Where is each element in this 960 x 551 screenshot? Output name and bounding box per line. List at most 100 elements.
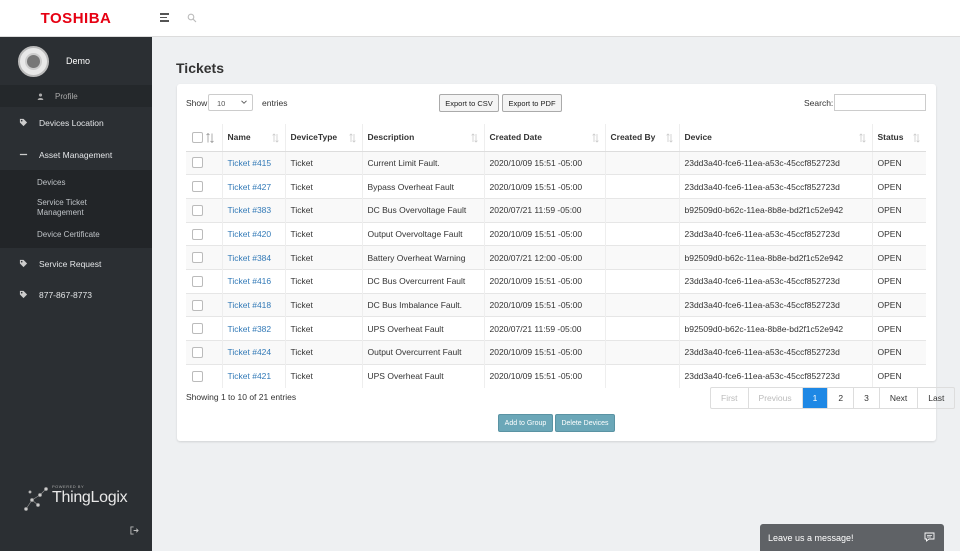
table-row[interactable]: Ticket #382 Ticket UPS Overheat Fault 2020/… bbox=[186, 316, 926, 341]
sort-icon bbox=[665, 133, 673, 143]
table-row[interactable]: Ticket #418 Ticket DC Bus Imbalance Fault.… bbox=[186, 292, 926, 317]
row-checkbox[interactable] bbox=[192, 204, 203, 216]
row-checkbox[interactable] bbox=[192, 299, 203, 311]
ticket-name-link[interactable]: Ticket #416 bbox=[228, 276, 272, 286]
description-cell: Output Overvoltage Fault bbox=[362, 221, 485, 246]
status-cell: OPEN bbox=[877, 252, 902, 263]
sidebar-subitem-service-ticket-management[interactable]: Service Ticket Management bbox=[0, 194, 110, 224]
sidebar-item-label: Service Request bbox=[39, 258, 102, 269]
description-cell: Bypass Overheat Fault bbox=[362, 174, 485, 199]
tickets-panel: Show 10 entries Export to CSV Export to … bbox=[177, 84, 956, 441]
column-header-name[interactable]: Name bbox=[222, 124, 286, 152]
row-checkbox-cell bbox=[186, 174, 223, 199]
chat-widget[interactable]: Leave us a message! bbox=[760, 524, 944, 551]
table-row[interactable]: Ticket #384 Ticket Battery Overheat Warnin… bbox=[186, 245, 926, 270]
status-cell: OPEN bbox=[877, 205, 902, 216]
search-input[interactable] bbox=[834, 94, 926, 111]
row-checkbox-cell bbox=[186, 316, 223, 341]
ticket-name-link[interactable]: Ticket #421 bbox=[228, 371, 272, 381]
sidebar-subitem-devices[interactable]: Devices bbox=[0, 172, 152, 194]
sidebar-item-devices-location[interactable]: Devices Location bbox=[0, 107, 152, 138]
ticket-name-link[interactable]: Ticket #420 bbox=[228, 229, 272, 239]
device-type-cell: Ticket bbox=[285, 340, 363, 365]
sidebar-subitem-device-certificate[interactable]: Device Certificate bbox=[0, 224, 152, 246]
row-checkbox[interactable] bbox=[192, 157, 203, 169]
ticket-name-cell: Ticket #421 bbox=[222, 363, 286, 388]
sidebar-item-phone[interactable]: 877-867-8773 bbox=[0, 279, 152, 310]
ticket-name-link[interactable]: Ticket #384 bbox=[228, 253, 272, 263]
export-csv-button[interactable]: Export to CSV bbox=[439, 94, 499, 112]
pagination-previous-button[interactable]: Previous bbox=[749, 388, 803, 408]
device-type-cell: Ticket bbox=[285, 363, 363, 388]
device-type-cell: Ticket bbox=[285, 316, 363, 341]
row-checkbox[interactable] bbox=[192, 228, 203, 240]
add-to-group-button[interactable]: Add to Group bbox=[498, 414, 553, 432]
table-row[interactable]: Ticket #427 Ticket Bypass Overheat Fault 20… bbox=[186, 174, 926, 199]
tag-icon bbox=[19, 290, 28, 299]
pagination-last-button[interactable]: Last bbox=[918, 388, 954, 408]
created-date-cell: 2020/10/09 15:51 -05:00 bbox=[489, 371, 583, 382]
column-header-description[interactable]: Description bbox=[362, 124, 485, 152]
created-date-cell: 2020/10/09 15:51 -05:00 bbox=[489, 276, 583, 287]
brand-logo[interactable]: TOSHIBA bbox=[0, 0, 152, 37]
ticket-name-link[interactable]: Ticket #418 bbox=[228, 300, 272, 310]
table-row[interactable]: Ticket #416 Ticket DC Bus Overcurrent Faul… bbox=[186, 268, 926, 294]
status-cell: OPEN bbox=[872, 316, 926, 341]
ticket-name-link[interactable]: Ticket #415 bbox=[228, 158, 272, 168]
page-size-select[interactable]: 10 bbox=[208, 94, 253, 111]
device-type-cell: Ticket bbox=[285, 221, 363, 246]
device-type-cell: Ticket bbox=[290, 228, 313, 239]
asset-management-submenu: Devices Service Ticket Management Device… bbox=[0, 170, 152, 248]
row-checkbox[interactable] bbox=[192, 323, 203, 335]
description-cell: Output Overcurrent Fault bbox=[362, 340, 485, 365]
row-checkbox[interactable] bbox=[192, 181, 203, 193]
pagination-next-button[interactable]: Next bbox=[880, 388, 919, 408]
ticket-name-link[interactable]: Ticket #427 bbox=[228, 182, 272, 192]
status-cell: OPEN bbox=[877, 323, 902, 334]
table-row[interactable]: Ticket #383 Ticket DC Bus Overvoltage Faul… bbox=[186, 197, 926, 223]
row-checkbox[interactable] bbox=[192, 370, 203, 382]
sort-icon[interactable] bbox=[206, 133, 214, 143]
column-header-status[interactable]: Status bbox=[872, 124, 926, 152]
column-header-devicetype[interactable]: DeviceType bbox=[285, 124, 363, 152]
sidebar-item-asset-management[interactable]: Asset Management bbox=[0, 139, 152, 170]
status-cell: OPEN bbox=[877, 157, 902, 168]
device-type-cell: Ticket bbox=[290, 252, 313, 263]
sidebar-item-profile[interactable]: Profile bbox=[0, 85, 152, 107]
logout-icon[interactable] bbox=[130, 526, 139, 535]
row-checkbox[interactable] bbox=[192, 275, 203, 287]
table-row[interactable]: Ticket #421 Ticket UPS Overheat Fault 2020/… bbox=[186, 363, 926, 388]
created-date-cell: 2020/07/21 11:59 -05:00 bbox=[489, 205, 582, 216]
ticket-name-cell: Ticket #427 bbox=[222, 174, 286, 199]
pagination-1-button[interactable]: 1 bbox=[802, 388, 829, 408]
table-row[interactable]: Ticket #420 Ticket Output Overvoltage Faul… bbox=[186, 221, 926, 246]
menu-toggle-icon[interactable] bbox=[160, 13, 169, 22]
sidebar-item-service-request[interactable]: Service Request bbox=[0, 248, 152, 279]
status-cell: OPEN bbox=[872, 245, 926, 270]
pagination-2-button[interactable]: 2 bbox=[828, 388, 855, 408]
ticket-name-link[interactable]: Ticket #382 bbox=[228, 324, 272, 334]
column-header-created-by[interactable]: Created By bbox=[605, 124, 680, 152]
table-row[interactable]: Ticket #424 Ticket Output Overcurrent Faul… bbox=[186, 340, 926, 365]
pagination-first-button[interactable]: First bbox=[711, 388, 749, 408]
pagination-3-button[interactable]: 3 bbox=[854, 388, 880, 408]
column-header-device[interactable]: Device bbox=[679, 124, 873, 152]
delete-devices-button[interactable]: Delete Devices bbox=[555, 414, 615, 432]
table-row[interactable]: Ticket #415 Ticket Current Limit Fault. 202… bbox=[186, 150, 926, 175]
avatar[interactable] bbox=[18, 46, 49, 77]
created-date-cell: 2020/10/09 15:51 -05:00 bbox=[484, 174, 606, 199]
ticket-name-link[interactable]: Ticket #383 bbox=[228, 205, 272, 215]
search-icon[interactable] bbox=[187, 13, 197, 23]
export-pdf-button[interactable]: Export to PDF bbox=[502, 94, 562, 112]
select-all-checkbox[interactable] bbox=[192, 131, 203, 143]
row-checkbox[interactable] bbox=[192, 252, 203, 264]
column-header-created-date[interactable]: Created Date bbox=[484, 124, 606, 152]
sort-icon bbox=[913, 133, 920, 143]
device-type-cell: Ticket bbox=[290, 371, 313, 382]
row-checkbox-cell bbox=[186, 197, 223, 223]
device-id-cell: 23dd3a40-fce6-11ea-a53c-45ccf852723d bbox=[684, 299, 840, 310]
device-id-cell: b92509d0-b62c-11ea-8b8e-bd2f1c52e942 bbox=[684, 205, 844, 216]
row-checkbox[interactable] bbox=[192, 346, 203, 358]
ticket-name-link[interactable]: Ticket #424 bbox=[228, 347, 272, 357]
device-id-cell: 23dd3a40-fce6-11ea-a53c-45ccf852723d bbox=[684, 371, 840, 382]
